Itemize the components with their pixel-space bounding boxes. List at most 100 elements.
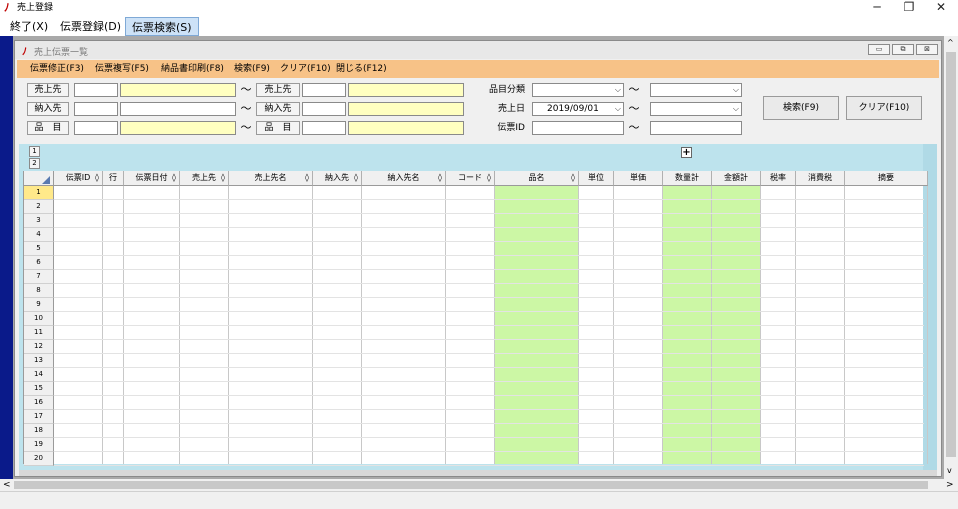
row-number[interactable]: 4 [24,228,54,242]
table-row[interactable] [54,283,924,284]
sort-icon[interactable]: ◊ [95,171,99,185]
toolbar-search[interactable]: 検索(F9) [234,60,270,78]
restore-button[interactable]: ❐ [894,0,924,16]
item-name-from-input[interactable] [120,121,236,135]
horizontal-scroll-thumb[interactable] [14,481,928,489]
row-number[interactable]: 12 [24,340,54,354]
column-header[interactable]: 売上先 ◊ [180,171,229,186]
row-number[interactable]: 15 [24,382,54,396]
table-row[interactable] [54,451,924,452]
toolbar-close[interactable]: 閉じる(F12) [336,60,387,78]
column-header[interactable]: 納入先 ◊ [313,171,362,186]
row-number[interactable]: 7 [24,270,54,284]
table-row[interactable] [54,241,924,242]
row-number[interactable]: 5 [24,242,54,256]
column-header[interactable]: 単価 [614,171,663,186]
slip-id-from-input[interactable] [532,121,624,135]
row-number[interactable]: 13 [24,354,54,368]
column-header[interactable]: 金額計 [712,171,761,186]
delivery-from-button[interactable]: 納入先 [27,102,69,116]
row-number[interactable]: 9 [24,298,54,312]
column-header[interactable]: 摘要 [845,171,928,186]
table-row[interactable] [54,353,924,354]
customer-code-from-input[interactable] [74,83,118,97]
item-code-to-input[interactable] [302,121,346,135]
row-number[interactable]: 16 [24,396,54,410]
table-row[interactable] [54,199,924,200]
column-header[interactable]: 消費税 [796,171,845,186]
table-row[interactable] [54,269,924,270]
row-number[interactable]: 1 [24,186,54,200]
table-row[interactable] [54,395,924,396]
column-header[interactable]: 伝票ID ◊ [54,171,103,186]
row-number[interactable]: 19 [24,438,54,452]
sales-date-to-picker[interactable]: ⌵ [650,102,742,116]
menu-slip-search[interactable]: 伝票検索(S) [125,17,199,36]
customer-name-from-input[interactable] [120,83,236,97]
row-number[interactable]: 8 [24,284,54,298]
row-number[interactable]: 3 [24,214,54,228]
delivery-code-to-input[interactable] [302,102,346,116]
customer-from-button[interactable]: 売上先 [27,83,69,97]
item-from-button[interactable]: 品 目 [27,121,69,135]
delivery-to-button[interactable]: 納入先 [256,102,300,116]
table-row[interactable] [54,409,924,410]
table-row[interactable] [54,325,924,326]
table-row[interactable] [54,339,924,340]
tab-2[interactable]: 2 [29,158,40,169]
sort-icon[interactable]: ◊ [305,171,309,185]
column-header[interactable]: 伝票日付 ◊ [124,171,180,186]
table-row[interactable] [54,423,924,424]
customer-to-button[interactable]: 売上先 [256,83,300,97]
vertical-scroll-thumb[interactable] [946,52,956,457]
column-header[interactable]: 税率 [761,171,796,186]
toolbar-clear[interactable]: クリア(F10) [280,60,331,78]
toolbar-edit-slip[interactable]: 伝票修正(F3) [30,60,84,78]
row-number[interactable]: 11 [24,326,54,340]
slip-id-to-input[interactable] [650,121,742,135]
item-name-to-input[interactable] [348,121,464,135]
table-row[interactable] [54,465,924,466]
grid-horizontal-scrollbar[interactable] [19,470,937,476]
menu-exit[interactable]: 終了(X) [4,17,54,36]
table-row[interactable] [54,437,924,438]
menu-slip-register[interactable]: 伝票登録(D) [54,17,127,36]
column-header[interactable]: コード ◊ [446,171,495,186]
child-minimize-button[interactable]: ▭ [868,44,890,55]
expand-plus-icon[interactable]: + [681,147,692,158]
item-to-button[interactable]: 品 目 [256,121,300,135]
table-row[interactable] [54,367,924,368]
sales-date-from-picker[interactable]: 2019/09/01 ⌵ [532,102,624,116]
scroll-left-icon[interactable]: < [3,479,11,491]
toolbar-copy-slip[interactable]: 伝票複写(F5) [95,60,149,78]
minimize-button[interactable]: ─ [862,0,892,16]
scroll-down-icon[interactable]: v [947,466,952,475]
row-number[interactable]: 2 [24,200,54,214]
category-from-select[interactable]: ⌵ [532,83,624,97]
row-number[interactable]: 14 [24,368,54,382]
search-button[interactable]: 検索(F9) [763,96,839,120]
category-to-select[interactable]: ⌵ [650,83,742,97]
table-row[interactable] [54,311,924,312]
table-row[interactable] [54,213,924,214]
table-row[interactable] [54,297,924,298]
item-code-from-input[interactable] [74,121,118,135]
table-row[interactable] [54,255,924,256]
column-header[interactable]: 売上先名 ◊ [229,171,313,186]
tab-1[interactable]: 1 [29,146,40,157]
toolbar-print-delivery[interactable]: 納品書印刷(F8) [161,60,224,78]
column-header[interactable]: 品名 ◊ [495,171,579,186]
sort-icon[interactable]: ◊ [172,171,176,185]
sort-icon[interactable]: ◊ [221,171,225,185]
scroll-right-icon[interactable]: > [946,479,954,491]
customer-code-to-input[interactable] [302,83,346,97]
sort-icon[interactable]: ◊ [354,171,358,185]
scroll-up-icon[interactable]: ^ [947,38,954,47]
clear-button[interactable]: クリア(F10) [846,96,922,120]
sort-icon[interactable]: ◊ [571,171,575,185]
sort-icon[interactable]: ◊ [438,171,442,185]
table-row[interactable] [54,381,924,382]
delivery-name-to-input[interactable] [348,102,464,116]
row-number[interactable]: 6 [24,256,54,270]
row-number[interactable]: 17 [24,410,54,424]
